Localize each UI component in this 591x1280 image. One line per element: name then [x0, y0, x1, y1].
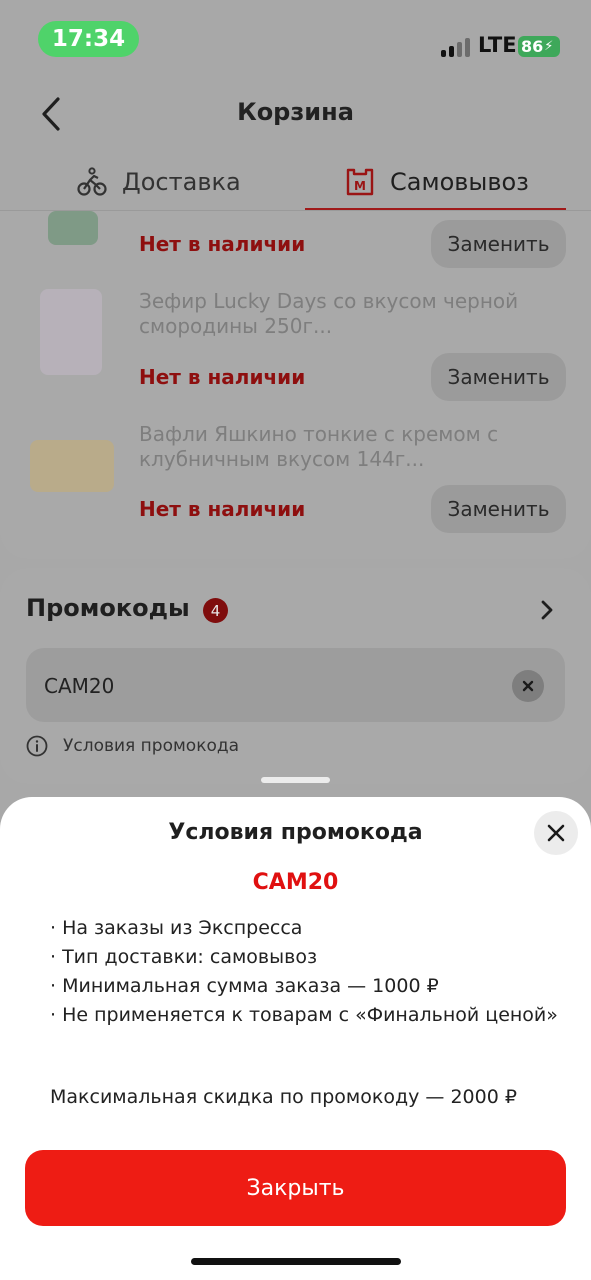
battery-icon: 86 ⚡ — [518, 36, 560, 57]
page-title: Корзина — [237, 98, 354, 126]
condition-item: · Минимальная сумма заказа — 1000 ₽ — [50, 975, 439, 997]
stock-status: Нет в наличии — [139, 232, 306, 256]
product-image — [30, 440, 114, 492]
conditions-list: · На заказы из Экспресса · Тип доставки:… — [50, 914, 560, 1030]
tab-delivery-label: Доставка — [122, 168, 241, 196]
product-name[interactable]: Зефир Lucky Days со вкусом черной смород… — [139, 289, 539, 339]
promo-conditions-link[interactable]: Условия промокода — [63, 736, 239, 756]
product-name[interactable]: Вафли Яшкино тонкие с кремом с клубничны… — [139, 422, 539, 472]
stock-status: Нет в наличии — [139, 497, 306, 521]
sheet-grabber[interactable] — [261, 777, 330, 783]
signal-icon — [441, 37, 471, 57]
promo-code-label: САМ20 — [252, 870, 339, 895]
clear-promo-button[interactable] — [512, 670, 544, 702]
close-button[interactable]: Закрыть — [25, 1150, 566, 1226]
battery-level: 86 — [521, 37, 544, 56]
status-time: 17:34 — [38, 21, 139, 57]
sheet-title: Условия промокода — [168, 820, 423, 845]
sheet-close-button[interactable] — [534, 811, 578, 855]
store-m-icon: M — [346, 168, 374, 196]
tab-pickup[interactable]: M Самовывоз — [344, 162, 529, 202]
replace-button[interactable]: Заменить — [431, 353, 566, 401]
info-icon — [26, 735, 48, 757]
tab-pickup-label: Самовывоз — [390, 168, 529, 196]
close-icon — [522, 680, 534, 692]
chevron-right-icon[interactable] — [538, 598, 556, 622]
condition-item: · Не применяется к товарам с «Финальной … — [50, 1004, 558, 1026]
max-discount-text: Максимальная скидка по промокоду — 2000 … — [50, 1086, 517, 1108]
charging-bolt-icon: ⚡ — [544, 39, 554, 54]
home-indicator — [191, 1258, 401, 1265]
product-image — [40, 289, 102, 375]
replace-button[interactable]: Заменить — [431, 485, 566, 533]
promo-code-value[interactable]: САМ20 — [44, 674, 114, 698]
close-icon — [547, 824, 565, 842]
courier-bicycle-icon — [77, 167, 107, 196]
tab-delivery[interactable]: Доставка — [76, 162, 241, 202]
condition-item: · Тип доставки: самовывоз — [50, 946, 318, 968]
product-image — [48, 211, 98, 245]
condition-item: · На заказы из Экспресса — [50, 917, 303, 939]
replace-button[interactable]: Заменить — [431, 220, 566, 268]
stock-status: Нет в наличии — [139, 365, 306, 389]
svg-text:M: M — [354, 179, 366, 193]
promo-title[interactable]: Промокоды — [26, 594, 190, 622]
network-label: LTE — [478, 33, 517, 57]
promo-count-badge: 4 — [203, 598, 228, 623]
